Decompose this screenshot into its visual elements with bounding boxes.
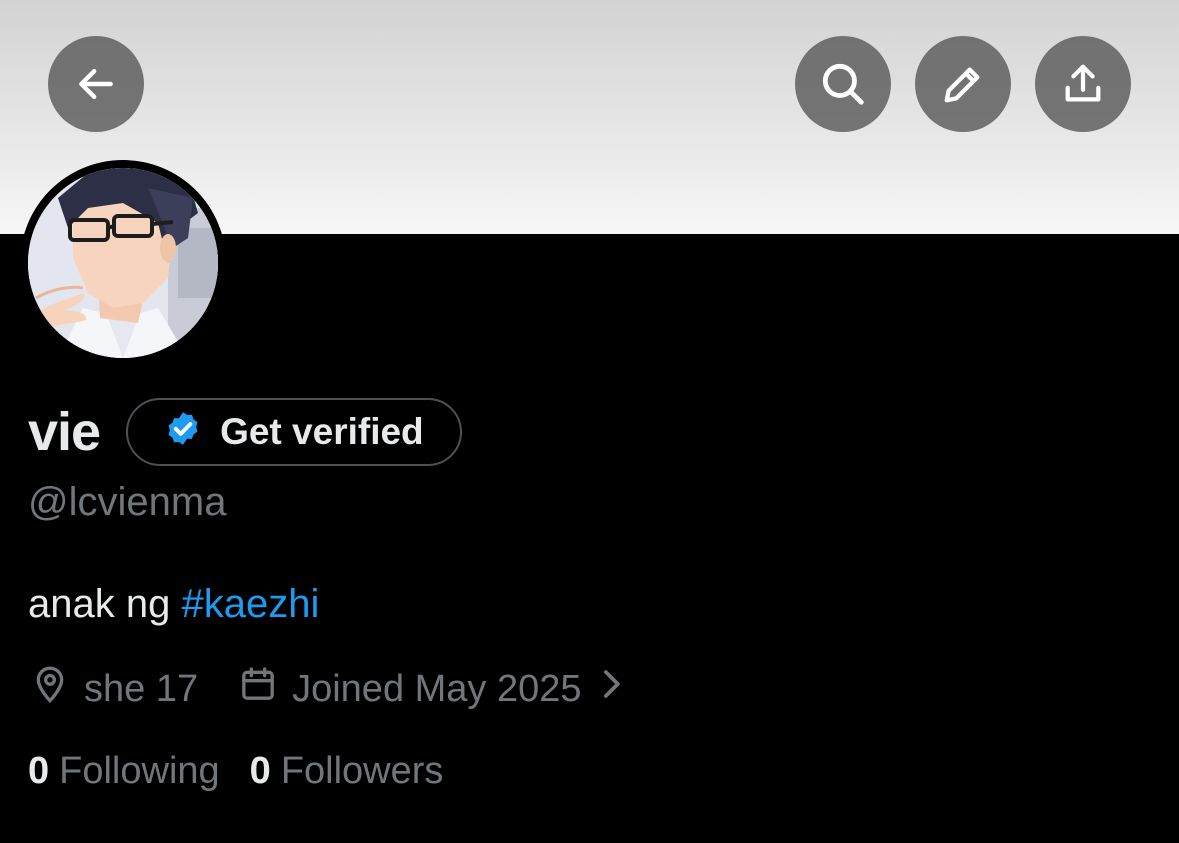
follow-stats: 0 Following 0 Followers	[28, 750, 443, 793]
share-button[interactable]	[1035, 36, 1131, 132]
display-name: vie	[28, 402, 101, 462]
joined-text: Joined May 2025	[292, 667, 582, 710]
profile-meta: she 17 Joined May 2025	[30, 664, 636, 714]
following-link[interactable]: 0 Following	[28, 750, 220, 793]
followers-label: Followers	[280, 750, 444, 792]
edit-button[interactable]	[915, 36, 1011, 132]
bio-text: anak ng	[28, 582, 182, 626]
profile-bio: anak ng #kaezhi	[28, 582, 319, 627]
location-item: she 17	[30, 664, 198, 714]
verified-badge-icon	[162, 409, 220, 456]
get-verified-button[interactable]: Get verified	[126, 398, 462, 466]
bio-hashtag-link[interactable]: #kaezhi	[181, 582, 319, 626]
back-button[interactable]	[48, 36, 144, 132]
name-row: vie Get verified	[28, 396, 462, 468]
calendar-icon	[238, 664, 292, 714]
followers-link[interactable]: 0 Followers	[250, 750, 444, 793]
following-count: 0	[28, 750, 50, 792]
joined-item[interactable]: Joined May 2025	[238, 664, 635, 714]
search-button[interactable]	[795, 36, 891, 132]
avatar[interactable]	[20, 160, 226, 366]
get-verified-label: Get verified	[220, 411, 424, 452]
following-label: Following	[59, 750, 220, 792]
chevron-right-icon	[600, 667, 636, 711]
share-upload-icon	[1060, 61, 1106, 107]
followers-count: 0	[249, 750, 271, 792]
location-pin-icon	[30, 664, 84, 714]
location-text: she 17	[84, 667, 199, 710]
search-icon	[818, 59, 868, 109]
profile-handle: @lcvienma	[28, 480, 227, 524]
arrow-left-icon	[74, 62, 118, 106]
avatar-image	[28, 168, 218, 358]
pencil-icon	[940, 61, 986, 107]
